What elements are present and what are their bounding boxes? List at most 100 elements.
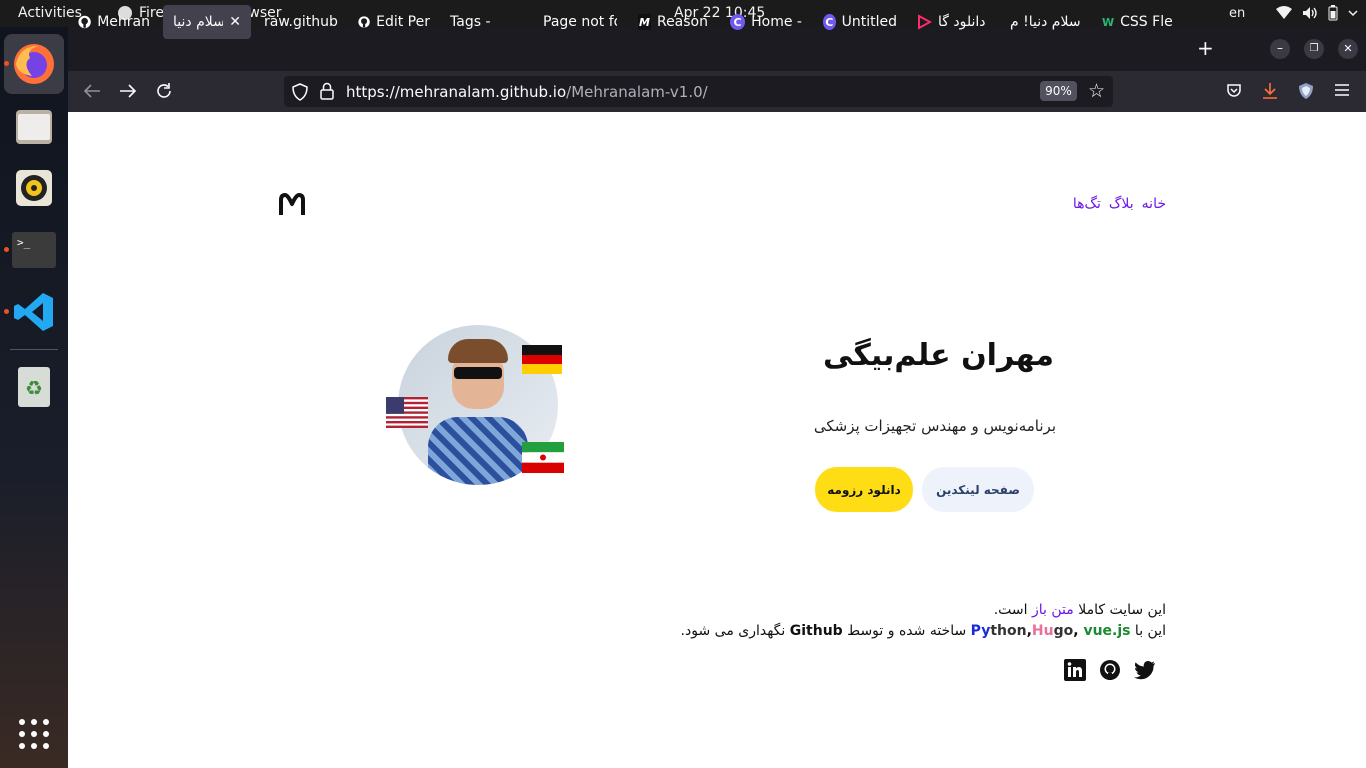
battery-icon — [1328, 5, 1338, 21]
w-icon: W — [1102, 15, 1115, 29]
minimize-button[interactable]: – — [1270, 39, 1290, 59]
tab-salam-donya-2[interactable]: سلام دنیا! م — [1010, 5, 1084, 39]
tab-untitled[interactable]: C Untitled — [823, 5, 897, 39]
tab-page-not-found[interactable]: Page not fo — [543, 5, 617, 39]
files-icon — [16, 110, 52, 144]
nav-link-blog[interactable]: بلاگ — [1109, 196, 1134, 212]
download-resume-button[interactable]: دانلود رزومه — [815, 467, 913, 512]
c-icon: C — [823, 14, 836, 30]
nav-link-tags[interactable]: تگ‌ها — [1073, 196, 1101, 212]
menu-icon[interactable] — [1335, 84, 1349, 96]
tab-css-flex[interactable]: W CSS Fle — [1102, 5, 1172, 39]
dock-files[interactable] — [12, 104, 56, 148]
github-label: Github — [789, 623, 843, 639]
hero-name: مهران علم‌بیگی — [823, 338, 1054, 373]
input-language[interactable]: en — [1229, 6, 1245, 21]
dock-rhythmbox[interactable] — [12, 166, 56, 210]
dock-terminal[interactable]: >_ — [12, 228, 56, 272]
new-tab-button[interactable]: + — [1197, 36, 1214, 60]
tab-mehran[interactable]: Mehran — [78, 5, 150, 39]
url-path: /Mehranalam-v1.0/ — [566, 83, 708, 101]
wifi-icon — [1276, 6, 1292, 19]
open-source-link[interactable]: متن باز — [1032, 602, 1074, 618]
dock: >_ ♻ — [0, 27, 68, 768]
tab-label: Home - — [751, 14, 802, 30]
twitter-icon[interactable] — [1134, 660, 1156, 680]
c-icon: C — [730, 14, 746, 30]
pocket-icon[interactable] — [1226, 83, 1242, 99]
m-icon: M — [638, 14, 651, 30]
close-window-button[interactable]: ✕ — [1338, 39, 1358, 59]
footer-line-2: این با Python,Hugo, vue.js ساخته شده و ت… — [681, 621, 1166, 642]
tab-active-salam-donya[interactable]: سلام دنیا! ✕ — [163, 5, 251, 39]
site-logo[interactable] — [278, 192, 306, 218]
show-apps-button[interactable] — [12, 712, 56, 756]
speaker-icon — [16, 170, 52, 206]
running-indicator — [4, 309, 9, 314]
tab-edit-per[interactable]: Edit Per — [358, 5, 430, 39]
dock-separator — [10, 349, 58, 350]
downloads-icon[interactable] — [1262, 82, 1278, 100]
hugo-hu: Hu — [1031, 623, 1054, 639]
web-page: خانه بلاگ تگ‌ها مهران علم‌بیگی برنامه‌نو… — [68, 112, 1366, 768]
tab-label: Edit Per — [376, 14, 430, 30]
forward-button[interactable] — [119, 83, 137, 99]
lock-icon[interactable] — [320, 82, 334, 100]
system-tray[interactable] — [1276, 5, 1358, 21]
tab-download[interactable]: دانلود گا — [916, 5, 992, 39]
back-button[interactable] — [83, 83, 101, 99]
usa-flag-icon — [386, 397, 428, 428]
power-menu-icon — [1348, 10, 1358, 17]
tab-reason[interactable]: M Reason — [638, 5, 708, 39]
extension-shield-icon[interactable] — [1298, 82, 1314, 100]
dock-trash[interactable]: ♻ — [12, 365, 56, 409]
tab-tags[interactable]: Tags - — [450, 5, 510, 39]
iran-flag-icon — [522, 442, 564, 473]
activities-button[interactable]: Activities — [18, 5, 82, 21]
tab-label: Page not fo — [543, 14, 617, 30]
germany-flag-icon — [522, 345, 562, 374]
tab-home[interactable]: C Home - — [730, 5, 802, 39]
footer-line-1: این سایت کاملا متن باز است. — [681, 600, 1166, 621]
reload-button[interactable] — [155, 82, 173, 100]
tab-label: raw.github — [264, 14, 338, 30]
dock-vscode[interactable] — [12, 290, 56, 334]
linkedin-page-button[interactable]: صفحه لینکدین — [922, 467, 1034, 512]
linkedin-icon[interactable] — [1064, 659, 1086, 681]
footer-text-part: نگهداری می شود. — [680, 623, 790, 639]
shield-icon[interactable] — [292, 83, 308, 101]
dock-firefox[interactable] — [4, 34, 64, 94]
github-icon — [358, 16, 370, 28]
vscode-icon — [14, 293, 53, 331]
running-indicator — [4, 61, 9, 66]
tab-label: Mehran — [97, 14, 150, 30]
maximize-button[interactable]: ❐ — [1304, 39, 1324, 59]
firefox-icon — [14, 44, 54, 84]
footer-text-part: این سایت کاملا — [1073, 602, 1166, 618]
nav-link-home[interactable]: خانه — [1142, 196, 1166, 212]
python-py: Py — [970, 623, 991, 639]
tab-label: سلام دنیا! م — [1010, 14, 1081, 30]
python-thon: thon — [990, 623, 1027, 639]
tab-raw-github[interactable]: raw.github — [264, 5, 338, 39]
svg-text:>_: >_ — [17, 236, 31, 249]
footer-text-part: ساخته شده و توسط — [842, 623, 971, 639]
tab-label: دانلود گا — [938, 14, 986, 30]
bookmark-star-icon[interactable]: ☆ — [1088, 80, 1105, 102]
close-tab-icon[interactable]: ✕ — [229, 14, 241, 30]
footer-text: این سایت کاملا متن باز است. این با Pytho… — [681, 600, 1166, 642]
site-nav: خانه بلاگ تگ‌ها — [1073, 196, 1166, 212]
running-indicator — [4, 247, 9, 252]
hugo-go: go — [1053, 623, 1074, 639]
github-icon — [78, 15, 91, 29]
footer-text-part: این با — [1130, 623, 1166, 639]
vuejs-label: vue.js — [1083, 623, 1131, 639]
play-icon — [918, 14, 932, 30]
tab-label: Tags - — [450, 14, 491, 30]
zoom-indicator[interactable]: 90% — [1040, 81, 1077, 101]
url-text[interactable]: https://mehranalam.github.io/Mehranalam-… — [346, 83, 708, 101]
tech-list: Python,Hugo, vue.js — [971, 623, 1131, 639]
github-icon[interactable] — [1099, 659, 1121, 681]
tech-separator: , — [1073, 623, 1084, 639]
tab-label: Reason — [656, 14, 708, 30]
